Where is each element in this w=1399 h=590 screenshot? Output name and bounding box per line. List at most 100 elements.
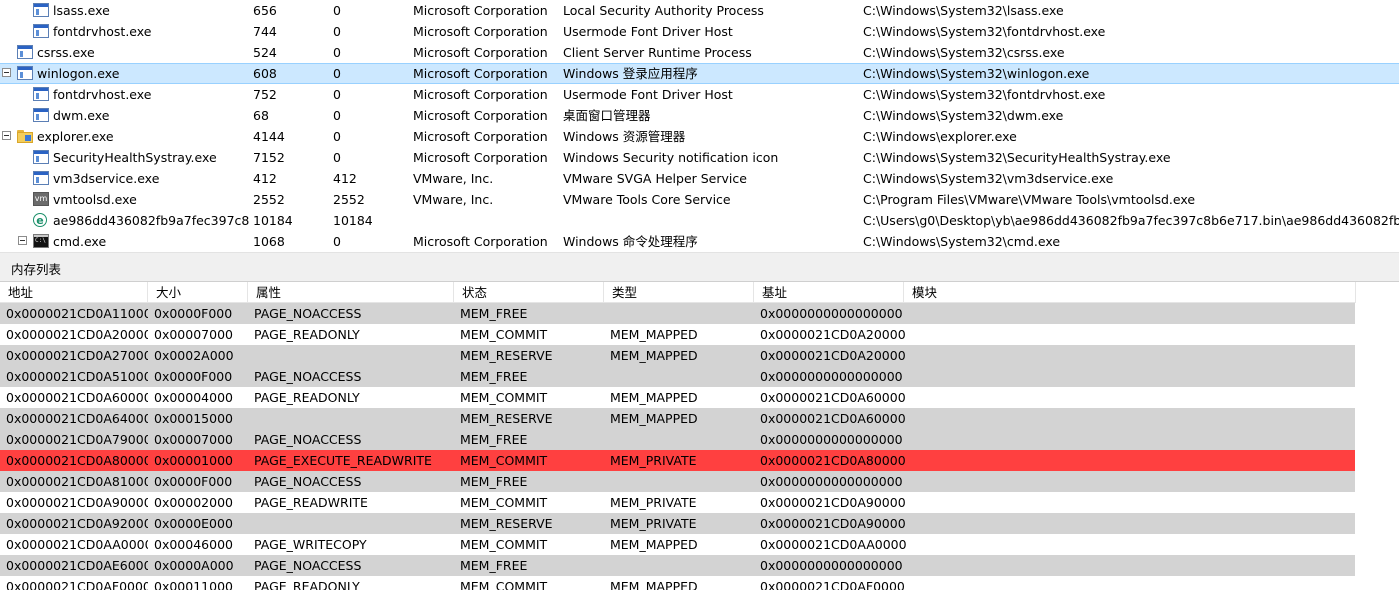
memory-size: 0x00001000 (154, 453, 233, 468)
memory-row[interactable]: 0x0000021CD0A11000 0x0000F000 PAGE_NOACCES… (0, 303, 1355, 324)
window-icon (33, 87, 49, 101)
memory-base: 0x0000021CD0A60000 (760, 411, 906, 426)
process-ppid: 2552 (333, 192, 365, 207)
memory-row[interactable]: 0x0000021CD0A79000 0x00007000 PAGE_NOACCES… (0, 429, 1355, 450)
column-address-header[interactable]: 地址 (0, 282, 148, 303)
memory-address: 0x0000021CD0A11000 (6, 306, 148, 321)
memory-state: MEM_COMMIT (460, 579, 548, 590)
memory-protection: PAGE_READONLY (254, 579, 360, 590)
collapse-toggle-icon[interactable] (2, 68, 11, 77)
memory-size: 0x00011000 (154, 579, 233, 590)
memory-address: 0x0000021CD0A81000 (6, 474, 148, 489)
column-type-header[interactable]: 类型 (604, 282, 754, 303)
process-description: VMware Tools Core Service (563, 192, 731, 207)
column-base-header[interactable]: 基址 (754, 282, 904, 303)
process-pid: 7152 (253, 150, 285, 165)
process-name: vm3dservice.exe (53, 171, 160, 186)
memory-protection: PAGE_READONLY (254, 390, 360, 405)
memory-row[interactable]: 0x0000021CD0A20000 0x00007000 PAGE_READONL… (0, 324, 1355, 345)
memory-size: 0x00007000 (154, 327, 233, 342)
column-state-header[interactable]: 状态 (454, 282, 604, 303)
process-row[interactable]: ae986dd436082fb9a7fec397c8b...1018410184… (0, 210, 1399, 231)
process-ppid: 0 (333, 66, 341, 81)
memory-row[interactable]: 0x0000021CD0A27000 0x0002A000 MEM_RESERVE M… (0, 345, 1355, 366)
memory-row[interactable]: 0x0000021CD0A51000 0x0000F000 PAGE_NOACCES… (0, 366, 1355, 387)
process-pid: 2552 (253, 192, 285, 207)
memory-size: 0x0000F000 (154, 474, 233, 489)
memory-state: MEM_FREE (460, 369, 528, 384)
process-description: Windows 登录应用程序 (563, 66, 698, 81)
process-pid: 412 (253, 171, 277, 186)
process-row[interactable]: csrss.exe 524 0 Microsoft Corporation Client… (0, 42, 1399, 63)
memory-state: MEM_COMMIT (460, 390, 548, 405)
process-row[interactable]: fontdrvhost.exe 752 0 Microsoft Corporation… (0, 84, 1399, 105)
memory-row[interactable]: 0x0000021CD0A90000 0x00002000 PAGE_READWRI… (0, 492, 1355, 513)
process-pid: 524 (253, 45, 277, 60)
memory-row[interactable]: 0x0000021CD0A60000 0x00004000 PAGE_READONL… (0, 387, 1355, 408)
vmware-icon: vm (33, 192, 49, 206)
memory-row[interactable]: 0x0000021CD0AF0000 0x00011000 PAGE_READONL… (0, 576, 1355, 590)
window-icon (33, 24, 49, 38)
memory-base: 0x0000021CD0AA0000 (760, 537, 906, 552)
column-protection-header[interactable]: 属性 (248, 282, 454, 303)
process-row[interactable]: explorer.exe 4144 0 Microsoft Corporation Wi… (0, 126, 1399, 147)
process-description: Usermode Font Driver Host (563, 87, 733, 102)
memory-address: 0x0000021CD0A79000 (6, 432, 148, 447)
process-path: C:\Windows\System32\lsass.exe (863, 3, 1064, 18)
memory-protection: PAGE_READWRITE (254, 495, 368, 510)
process-name: ae986dd436082fb9a7fec397c8b... (53, 213, 250, 228)
memory-list[interactable]: 0x0000021CD0A11000 0x0000F000 PAGE_NOACCES… (0, 303, 1399, 590)
process-path: C:\Windows\System32\SecurityHealthSystra… (863, 150, 1171, 165)
process-name: SecurityHealthSystray.exe (53, 150, 217, 165)
memory-type: MEM_MAPPED (610, 411, 698, 426)
memory-row[interactable]: 0x0000021CD0A81000 0x0000F000 PAGE_NOACCES… (0, 471, 1355, 492)
panel-splitter[interactable] (0, 252, 1399, 259)
process-row[interactable]: lsass.exe 656 0 Microsoft Corporation Local … (0, 0, 1399, 21)
process-name: fontdrvhost.exe (53, 24, 152, 39)
window-icon (17, 66, 33, 80)
process-row[interactable]: dwm.exe 68 0 Microsoft Corporation 桌面窗口管理器 C:… (0, 105, 1399, 126)
memory-base: 0x0000021CD0A90000 (760, 495, 906, 510)
memory-row[interactable]: 0x0000021CD0A64000 0x00015000 MEM_RESERVE M… (0, 408, 1355, 429)
column-size-header[interactable]: 大小 (148, 282, 248, 303)
memory-state: MEM_COMMIT (460, 453, 548, 468)
window-icon (17, 45, 33, 59)
memory-address: 0x0000021CD0A20000 (6, 327, 148, 342)
process-row[interactable]: vm vmtoolsd.exe 2552 2552 VMware, Inc. VMware… (0, 189, 1399, 210)
cmd-icon (33, 234, 49, 248)
memory-row[interactable]: 0x0000021CD0A92000 0x0000E000 MEM_RESERVE M… (0, 513, 1355, 534)
process-path: C:\Windows\System32\dwm.exe (863, 108, 1064, 123)
process-row[interactable]: fontdrvhost.exe 744 0 Microsoft Corporation… (0, 21, 1399, 42)
process-path: C:\Windows\System32\vm3dservice.exe (863, 171, 1114, 186)
process-description: 桌面窗口管理器 (563, 108, 651, 123)
process-pid: 752 (253, 87, 277, 102)
process-tree[interactable]: lsass.exe 656 0 Microsoft Corporation Local … (0, 0, 1399, 252)
memory-size: 0x00007000 (154, 432, 233, 447)
memory-row[interactable]: 0x0000021CD0AA0000 0x00046000 PAGE_WRITECO… (0, 534, 1355, 555)
collapse-toggle-icon[interactable] (18, 236, 27, 245)
memory-size: 0x0000F000 (154, 306, 233, 321)
memory-type: MEM_PRIVATE (610, 516, 697, 531)
process-row[interactable]: vm3dservice.exe 412 412 VMware, Inc. VMware … (0, 168, 1399, 189)
memory-protection: PAGE_WRITECOPY (254, 537, 367, 552)
memory-state: MEM_COMMIT (460, 327, 548, 342)
process-name: dwm.exe (53, 108, 110, 123)
process-ppid: 0 (333, 3, 341, 18)
column-module-header[interactable]: 模块 (904, 282, 1356, 303)
memory-type: MEM_MAPPED (610, 579, 698, 590)
process-ppid: 0 (333, 234, 341, 249)
folder-icon (17, 129, 33, 143)
process-row[interactable]: winlogon.exe 608 0 Microsoft Corporation Win… (0, 63, 1399, 84)
memory-size: 0x0000E000 (154, 516, 233, 531)
process-ppid: 0 (333, 45, 341, 60)
memory-size: 0x0000F000 (154, 369, 233, 384)
process-row[interactable]: SecurityHealthSystray.exe 7152 0 Microsoft … (0, 147, 1399, 168)
memory-row[interactable]: 0x0000021CD0A80000 0x00001000 PAGE_EXECUTE… (0, 450, 1355, 471)
process-path: C:\Windows\System32\fontdrvhost.exe (863, 87, 1106, 102)
process-row[interactable]: cmd.exe 1068 0 Microsoft Corporation Windows… (0, 231, 1399, 252)
memory-base: 0x0000000000000000 (760, 432, 903, 447)
memory-row[interactable]: 0x0000021CD0AE6000 0x0000A000 PAGE_NOACCES… (0, 555, 1355, 576)
collapse-toggle-icon[interactable] (2, 131, 11, 140)
process-company: Microsoft Corporation (413, 3, 548, 18)
memory-protection: PAGE_NOACCESS (254, 306, 362, 321)
